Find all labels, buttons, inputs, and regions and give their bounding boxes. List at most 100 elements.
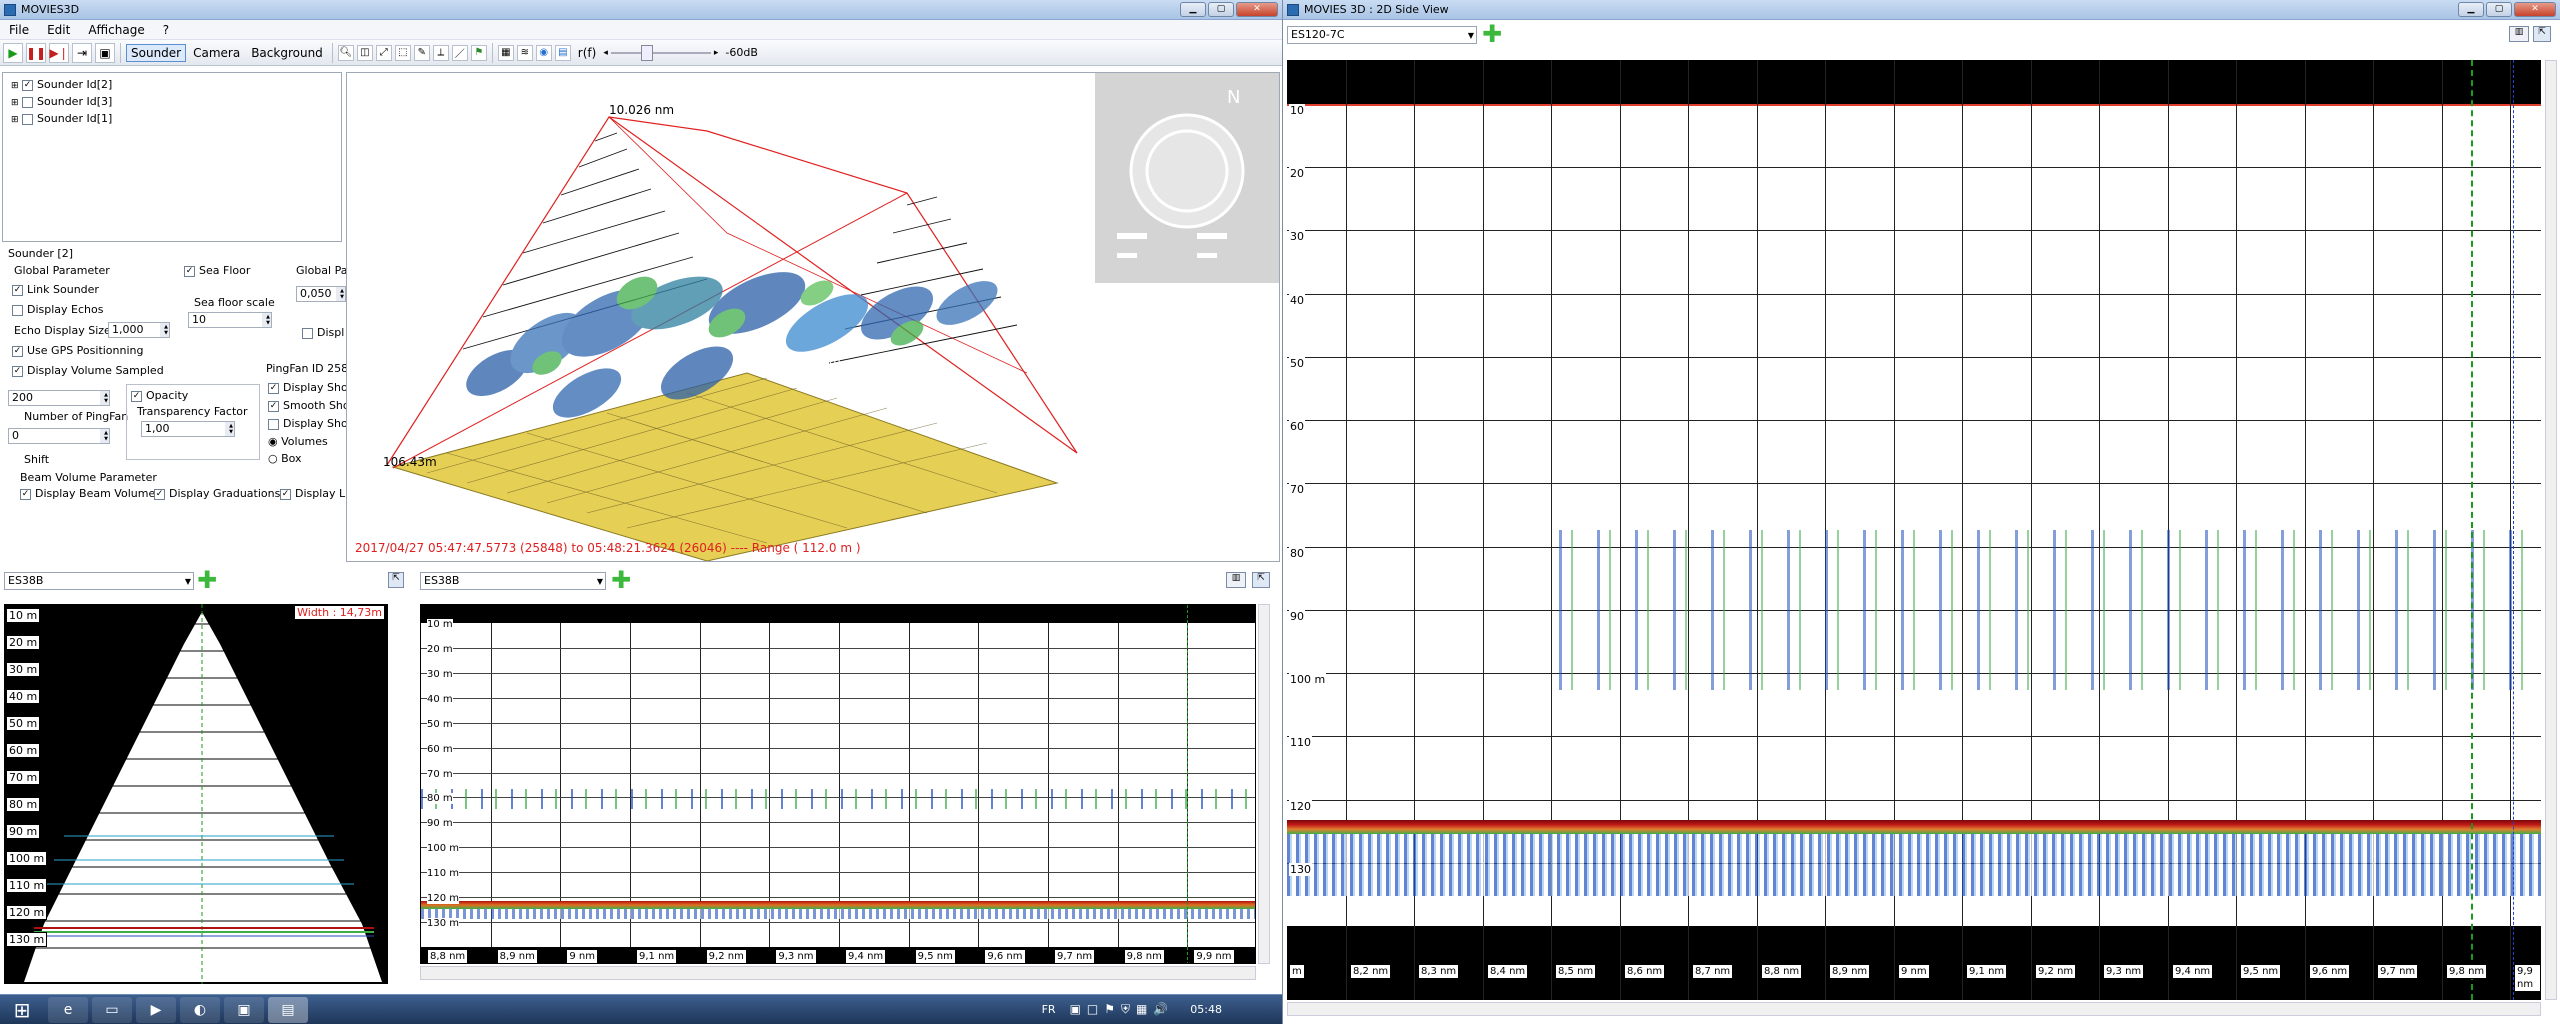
slider-left-icon[interactable]: ◂ xyxy=(603,48,608,58)
front-transducer-select[interactable]: ES38B xyxy=(4,572,194,590)
zoom-icon[interactable]: 🔍︎ xyxy=(337,44,354,61)
tab-camera[interactable]: Camera xyxy=(189,46,244,60)
view-icon[interactable]: ◫ xyxy=(356,44,373,61)
menu-file[interactable]: File xyxy=(0,23,38,37)
volumes-radio[interactable]: ◉ xyxy=(268,435,278,448)
pingfan-count-input[interactable]: 200 xyxy=(8,390,110,406)
tool-icon[interactable]: ✎ xyxy=(413,44,430,61)
front-view[interactable]: Width : 14,73m 10 m 20 m 30 m 40 m 50 m 60 m 7… xyxy=(4,604,388,984)
tree-checkbox[interactable] xyxy=(22,79,34,91)
svg-text:N: N xyxy=(1227,87,1240,108)
distance-label: 8,3 nm xyxy=(1418,964,1460,979)
side-export-icon[interactable]: ⇱ xyxy=(2533,26,2551,42)
minimize-button[interactable]: ▁ xyxy=(1180,2,1206,17)
step-icon[interactable]: ▶❘ xyxy=(49,42,69,63)
language-indicator[interactable]: FR xyxy=(1042,1003,1056,1016)
display-beam-checkbox[interactable] xyxy=(20,488,31,500)
ie-icon[interactable]: e xyxy=(48,996,88,1023)
shift-input[interactable]: 0 xyxy=(8,428,110,444)
line-icon[interactable]: ／ xyxy=(451,44,468,61)
media-icon[interactable]: ▶ xyxy=(136,996,176,1023)
flag-icon[interactable]: ⚑ xyxy=(470,44,487,61)
layers-icon[interactable]: ≋ xyxy=(516,44,533,61)
play-icon[interactable]: ▶ xyxy=(3,42,23,63)
tree-checkbox[interactable] xyxy=(22,96,34,108)
globe-icon[interactable]: ◉ xyxy=(535,44,552,61)
side-small-vscroll[interactable] xyxy=(1258,604,1270,964)
link-sounder-checkbox[interactable] xyxy=(12,284,23,296)
maximize-button[interactable]: ▢ xyxy=(1208,2,1234,17)
side-view-large[interactable]: 10 20 30 40 50 60 70 80 90 100 m 110 120 130 m 8,2 nm… xyxy=(1287,60,2541,1000)
explorer-icon[interactable]: ▭ xyxy=(92,996,132,1023)
tab-sounder[interactable]: Sounder xyxy=(126,43,187,62)
tray-icons[interactable]: ▣□⚑⛨▦🔊 xyxy=(1070,1002,1175,1017)
goto-icon[interactable]: ⇥ xyxy=(72,42,92,63)
tree-item[interactable]: ⊞ Sounder Id[1] xyxy=(11,111,333,128)
box-radio[interactable]: ○ xyxy=(268,452,278,465)
display-sho1-checkbox[interactable] xyxy=(268,382,279,394)
depth-label: 20 xyxy=(1289,167,1305,180)
depth-label: 100 m xyxy=(6,851,48,866)
firefox-icon[interactable]: ◐ xyxy=(180,996,220,1023)
side-vscroll[interactable] xyxy=(2545,60,2557,1000)
menu-help[interactable]: ? xyxy=(154,23,178,37)
distance-label: 8,9 nm xyxy=(496,949,538,963)
select-icon[interactable]: ⬚ xyxy=(394,44,411,61)
menu-affichage[interactable]: Affichage xyxy=(79,23,153,37)
tree-checkbox[interactable] xyxy=(22,113,34,125)
side-minimize-button[interactable]: ▁ xyxy=(2458,2,2484,17)
side-small-scroll[interactable] xyxy=(420,966,1256,980)
display-sho1-label: Display Sho xyxy=(283,381,348,394)
measure-icon[interactable]: ⟂ xyxy=(432,44,449,61)
distance-label: 8,7 nm xyxy=(1692,964,1734,979)
depth-label: 60 xyxy=(1289,420,1305,433)
tab-background[interactable]: Background xyxy=(247,46,327,60)
menu-edit[interactable]: Edit xyxy=(38,23,79,37)
front-add-icon[interactable]: ✚ xyxy=(196,568,218,592)
threshold-slider[interactable] xyxy=(610,43,711,63)
sea-floor-scale-input[interactable]: 10 xyxy=(188,312,272,328)
displ-checkbox[interactable] xyxy=(302,327,313,339)
side-add-icon[interactable]: ✚ xyxy=(1481,22,1503,46)
side-maximize-button[interactable]: ▢ xyxy=(2486,2,2512,17)
checker-icon[interactable]: ▦ xyxy=(497,44,514,61)
side-small-ruler-icon[interactable]: ▥ xyxy=(1226,572,1246,588)
smooth-sho-checkbox[interactable] xyxy=(268,400,279,412)
clock[interactable]: 05:48 xyxy=(1190,1003,1222,1016)
display-icon[interactable]: ▤ xyxy=(554,44,571,61)
side-view-small[interactable]: 10 m 20 m 30 m 40 m 50 m 60 m 70 m 80 m 90 m 100 … xyxy=(420,604,1256,964)
tree-item[interactable]: ⊞ Sounder Id[2] xyxy=(11,77,333,94)
side-small-export2-icon[interactable]: ⇱ xyxy=(1252,572,1270,588)
display-volume-checkbox[interactable] xyxy=(12,365,23,377)
sea-floor-checkbox[interactable] xyxy=(184,265,195,277)
display-graduations-checkbox[interactable] xyxy=(154,488,165,500)
side-hscroll[interactable] xyxy=(1287,1002,2541,1016)
echo-size-input[interactable]: 1,000 xyxy=(108,322,170,338)
fit-icon[interactable]: ⤢ xyxy=(375,44,392,61)
side-transducer-select[interactable]: ES120-7C xyxy=(1287,26,1477,44)
slider-right-icon[interactable]: ▸ xyxy=(714,48,719,58)
side-small-add-icon[interactable]: ✚ xyxy=(610,568,632,592)
3d-view[interactable]: ⇱ xyxy=(346,72,1280,562)
close-button[interactable]: ✕ xyxy=(1236,2,1278,17)
opacity-checkbox[interactable] xyxy=(131,390,142,402)
record-icon[interactable]: ▣ xyxy=(95,42,115,63)
front-export-icon[interactable]: ⇱ xyxy=(388,572,404,588)
grid-line xyxy=(769,623,770,947)
display-echos-checkbox[interactable] xyxy=(12,304,23,316)
global-pa-input[interactable]: 0,050 xyxy=(296,286,346,302)
use-gps-checkbox[interactable] xyxy=(12,345,23,357)
global-pa-label: Global Pa xyxy=(296,264,348,277)
app-task-icon[interactable]: ▣ xyxy=(224,996,264,1023)
start-button[interactable]: ⊞ xyxy=(0,995,44,1025)
movies-task-icon[interactable]: ▤ xyxy=(268,996,308,1023)
transparency-label: Transparency Factor xyxy=(137,405,248,418)
transparency-input[interactable]: 1,00 xyxy=(141,421,235,437)
display-l-checkbox[interactable] xyxy=(280,488,291,500)
display-sho2-checkbox[interactable] xyxy=(268,418,279,430)
side-close-button[interactable]: ✕ xyxy=(2514,2,2556,17)
side-ruler-icon[interactable]: ▥ xyxy=(2509,26,2529,42)
tree-item[interactable]: ⊞ Sounder Id[3] xyxy=(11,94,333,111)
side-small-transducer-select[interactable]: ES38B xyxy=(420,572,606,590)
pause-icon[interactable]: ❚❚ xyxy=(26,42,46,63)
